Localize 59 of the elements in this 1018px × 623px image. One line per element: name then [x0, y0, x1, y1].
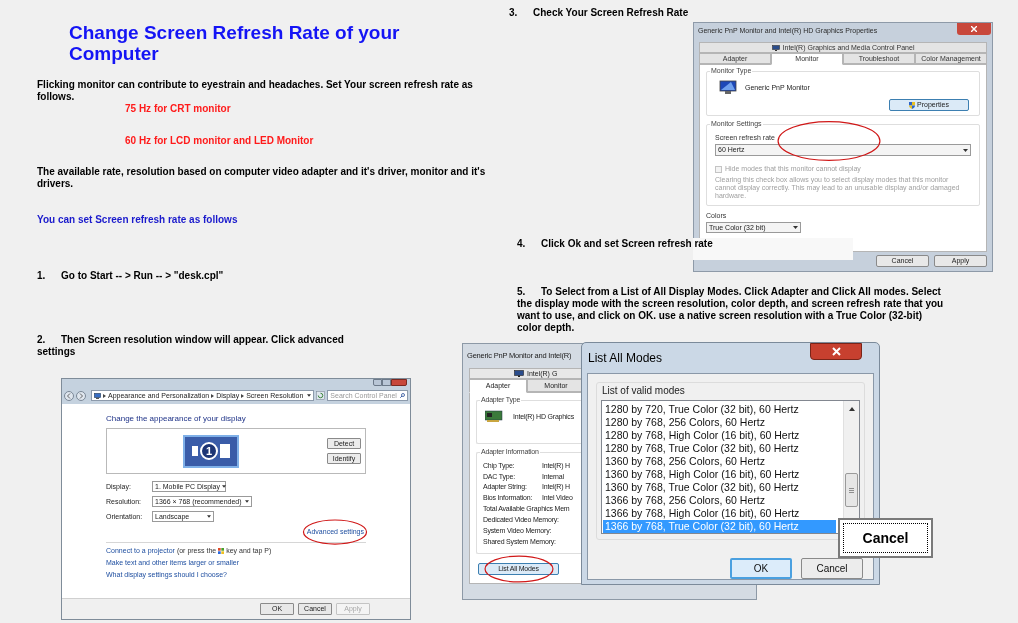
window-icon: [192, 446, 198, 456]
list-row[interactable]: 1280 by 768, True Color (32 bit), 60 Hertz: [603, 442, 836, 455]
cancel-popup[interactable]: Cancel: [838, 518, 933, 558]
grip-icon: [849, 487, 854, 493]
chevron-icon: [103, 393, 106, 398]
page-title: Change Screen Refresh Rate of your Computer: [69, 22, 401, 64]
list-row[interactable]: 1360 by 768, High Color (16 bit), 60 Hertz: [603, 468, 836, 481]
chevron-icon: [241, 393, 245, 398]
list-row[interactable]: 1366 by 768, 256 Colors, 60 Hertz: [603, 494, 836, 507]
dialog-title: List All Modes: [588, 351, 663, 365]
flag-icon: [218, 548, 225, 554]
adapter-card-icon: [485, 410, 503, 422]
chevron-icon: [211, 393, 215, 398]
close-icon: [971, 26, 977, 32]
rate-note: 75 Hz for CRT monitor: [125, 103, 231, 115]
refresh-icon: [316, 391, 326, 400]
dialog-button[interactable]: OK: [730, 558, 792, 579]
monitor-icon: [771, 44, 780, 51]
monitor-number: 1: [200, 442, 218, 460]
shield-icon: [909, 101, 916, 109]
step-text: 4. Click Ok and set Screen refresh rate: [517, 238, 713, 250]
list-row[interactable]: 1360 by 768, True Color (32 bit), 60 Hertz: [603, 481, 836, 494]
list-row[interactable]: 1360 by 768, 256 Colors, 60 Hertz: [603, 455, 836, 468]
caret-icon: [207, 515, 211, 518]
window-icon: [220, 444, 230, 458]
maximize-button[interactable]: [382, 379, 391, 386]
body-paragraph: The available rate, resolution based on computer video adapter and it's driver, monitor and it's drivers.: [37, 166, 487, 190]
close-button[interactable]: [810, 343, 862, 360]
monitor-icon: [719, 80, 737, 95]
control-panel-icon: [94, 392, 101, 399]
caret-icon: [307, 394, 312, 397]
caret-icon: [221, 485, 226, 488]
caret-icon: [963, 148, 968, 152]
minimize-button[interactable]: [373, 379, 382, 386]
caret-icon: [245, 500, 249, 503]
back-icon: [64, 390, 74, 401]
monitor-tile[interactable]: 1: [183, 434, 239, 468]
search-icon: [400, 393, 405, 398]
page-heading: Change the appearance of your display: [106, 414, 246, 423]
list-row[interactable]: 1280 by 720, True Color (32 bit), 60 Hertz: [603, 403, 836, 416]
close-button[interactable]: [957, 23, 991, 35]
list-row[interactable]: 1280 by 768, 256 Colors, 60 Hertz: [603, 416, 836, 429]
group-label: List of valid modes: [602, 385, 685, 397]
up-arrow-icon: [848, 407, 855, 411]
intro-paragraph: Flicking monitor can contribute to eyestrain and headaches. Set Your screen refresh rate as follows.: [37, 79, 474, 103]
step-text: 1. Go to Start -- > Run -- > "desk.cpl": [37, 270, 224, 282]
monitor-icon: [514, 370, 524, 377]
forward-icon: [76, 390, 86, 401]
rate-note: 60 Hz for LCD monitor and LED Monitor: [125, 135, 314, 147]
step-text: 2. Then Screen resolution window will appear. Click advanced settings: [37, 334, 345, 358]
caret-icon: [793, 226, 798, 229]
scrollbar-thumb[interactable]: [845, 473, 858, 507]
list-row[interactable]: 1280 by 768, High Color (16 bit), 60 Hertz: [603, 429, 836, 442]
close-icon: [831, 347, 841, 356]
list-row[interactable]: 1366 by 768, High Color (16 bit), 60 Hertz: [603, 507, 836, 520]
step-text: 3. Check Your Screen Refresh Rate: [509, 7, 689, 19]
dialog-button[interactable]: Cancel: [801, 558, 863, 579]
section-heading: You can set Screen refresh rate as follows: [37, 214, 238, 226]
step-text: 5. To Select from a List of All Display Modes. Click Adapter and Click All modes. Select the display mode with the screen resolution, color depth, and screen refresh rate that you want to use, and click on OK. use a native screen resolution with a True Color (32-bit) color depth.: [517, 286, 945, 334]
